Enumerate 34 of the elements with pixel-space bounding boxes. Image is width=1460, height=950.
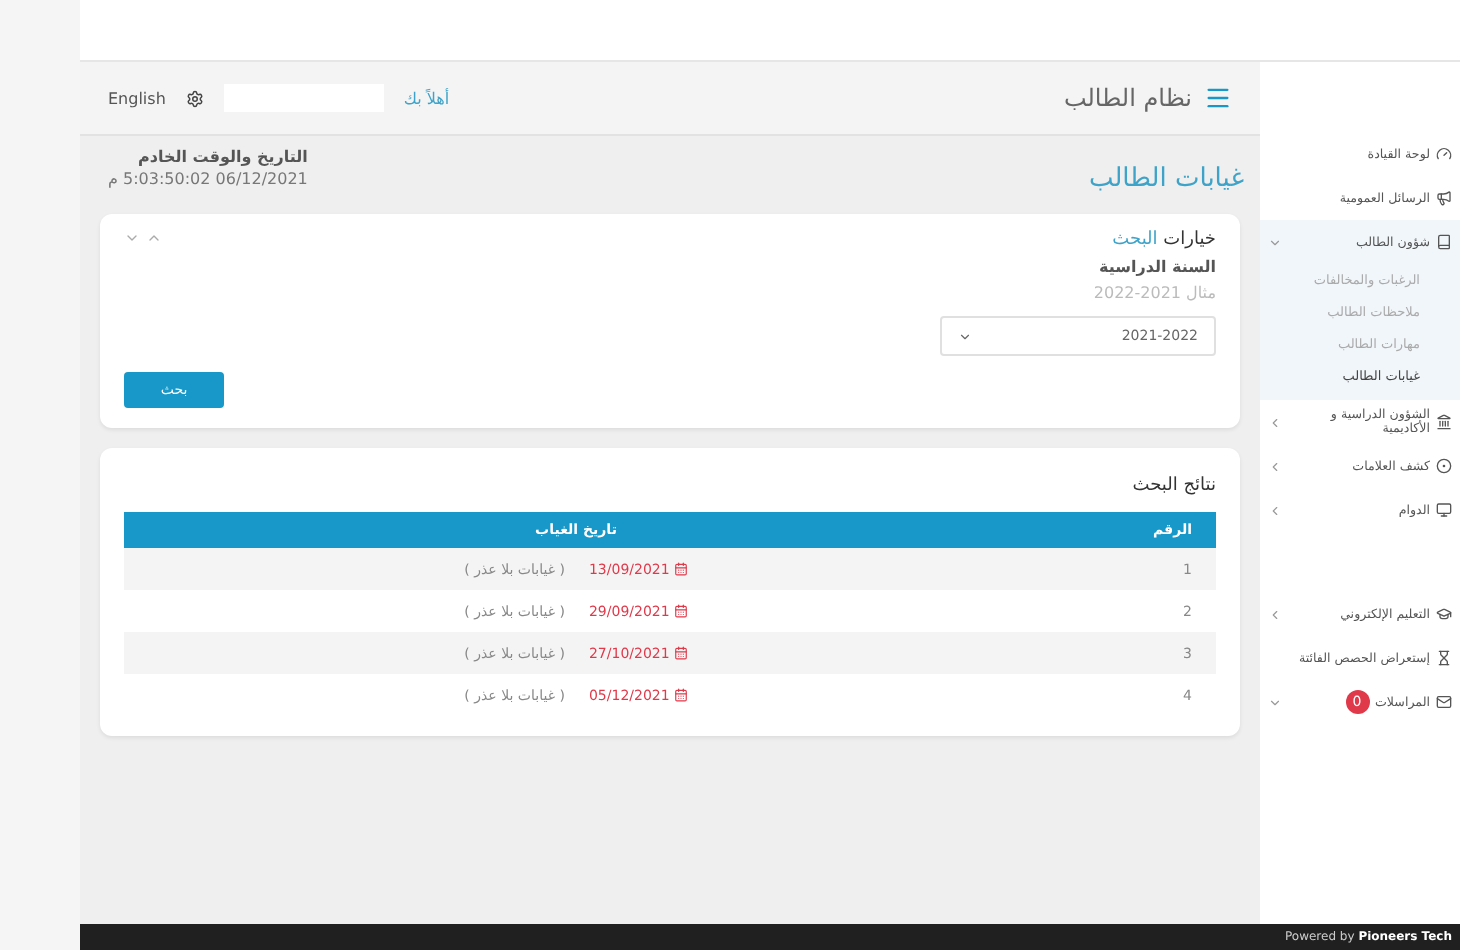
dot-icon	[1436, 458, 1452, 474]
caret-icon	[958, 329, 972, 343]
chevron-left-icon	[1268, 607, 1282, 621]
hourglass-icon	[1436, 650, 1452, 666]
field-hint: مثال 2021-2022	[1093, 284, 1216, 302]
language-link[interactable]: English	[108, 89, 166, 107]
menu-icon[interactable]	[1204, 84, 1232, 112]
field-label: السنة الدراسية	[1099, 258, 1216, 276]
bank-icon	[1436, 414, 1452, 430]
book-icon	[1436, 234, 1452, 250]
chevron-down-icon	[1268, 235, 1282, 249]
mail-icon	[1436, 694, 1452, 710]
app-title: نظام الطالب	[1063, 84, 1192, 112]
chevron-left-icon	[1268, 503, 1282, 517]
card-title: خيارات البحث	[1112, 230, 1216, 250]
card-title: نتائج البحث	[1130, 476, 1216, 496]
page-title: غيابات الطالب	[1088, 164, 1244, 194]
chevron-down-icon	[1268, 695, 1282, 709]
monitor-icon	[1436, 502, 1452, 518]
server-time-label: التاريخ والوقت الخادم	[137, 148, 308, 166]
calendar-icon	[673, 604, 688, 618]
chevron-down-icon[interactable]	[124, 230, 140, 246]
graduation-cap-icon	[1436, 606, 1452, 622]
chevron-left-icon	[1268, 415, 1282, 429]
calendar-icon	[673, 688, 688, 702]
greeting: أهلاً بك	[403, 89, 450, 107]
gauge-icon	[1436, 146, 1452, 162]
settings-icon[interactable]	[185, 89, 204, 107]
chevron-left-icon	[1268, 459, 1282, 473]
server-time: 06/12/2021 5:03:50:02 م	[108, 170, 308, 188]
collapse-icon[interactable]	[146, 230, 162, 246]
calendar-icon	[673, 646, 688, 660]
calendar-icon	[673, 562, 688, 576]
megaphone-icon	[1436, 190, 1452, 206]
